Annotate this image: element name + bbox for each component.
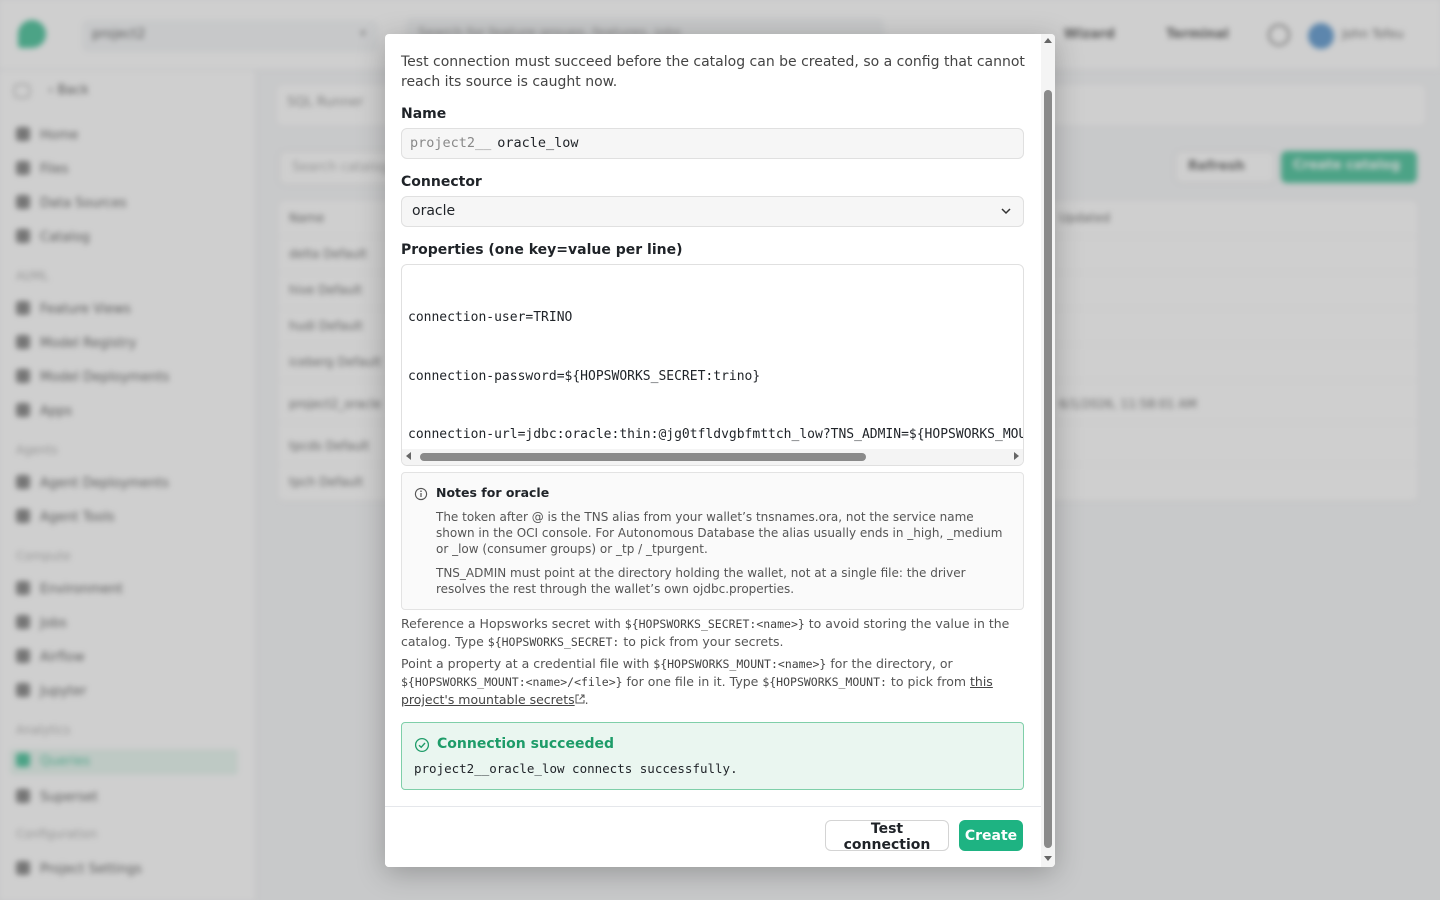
scroll-down-icon[interactable] — [1044, 856, 1052, 861]
help-text: for one file in it. Type — [622, 674, 763, 689]
help-code: ${HOPSWORKS_SECRET: — [487, 635, 620, 649]
properties-label: Properties (one key=value per line) — [401, 242, 683, 258]
properties-textarea[interactable]: connection-user=TRINO connection-passwor… — [401, 264, 1024, 466]
scroll-right-icon[interactable] — [1014, 452, 1019, 460]
help-code: ${HOPSWORKS_MOUNT: — [762, 675, 887, 689]
catalog-name-input[interactable]: project2__ oracle_low — [401, 128, 1024, 159]
notes-paragraph: The token after @ is the TNS alias from … — [436, 510, 1003, 556]
scroll-up-icon[interactable] — [1044, 38, 1052, 43]
help-code: ${HOPSWORKS_SECRET:<name>} — [624, 617, 805, 631]
create-button[interactable]: Create — [959, 820, 1023, 851]
connector-notes: Notes for oracle The token after @ is th… — [401, 472, 1024, 610]
scrollbar-thumb[interactable] — [1044, 90, 1052, 848]
connection-success-alert: Connection succeeded project2__oracle_lo… — [401, 722, 1024, 790]
properties-content: connection-user=TRINO connection-passwor… — [408, 269, 1023, 465]
properties-horizontal-scrollbar[interactable] — [402, 449, 1023, 465]
check-circle-icon — [414, 737, 430, 753]
help-text: to pick from — [886, 674, 971, 689]
help-text: Point a property at a credential file wi… — [401, 656, 654, 671]
property-line: connection-url=jdbc:oracle:thin:@jg0tfld… — [408, 427, 1023, 442]
scrollbar-thumb[interactable] — [420, 453, 866, 461]
name-label: Name — [401, 106, 447, 122]
create-catalog-dialog: Test connection must succeed before the … — [385, 34, 1055, 867]
connector-selected-value: oracle — [412, 203, 456, 219]
connector-label: Connector — [401, 174, 482, 190]
success-title: Connection succeeded — [437, 736, 614, 752]
scroll-left-icon[interactable] — [406, 452, 411, 460]
notes-title: Notes for oracle — [436, 485, 550, 500]
test-connection-button[interactable]: Test connection — [825, 820, 949, 853]
dialog-vertical-scrollbar[interactable] — [1041, 34, 1055, 867]
connector-select[interactable]: oracle — [401, 196, 1024, 227]
notes-paragraph: TNS_ADMIN must point at the directory ho… — [436, 566, 966, 596]
help-code: ${HOPSWORKS_MOUNT:<name>} — [653, 657, 827, 671]
property-line: connection-user=TRINO — [408, 310, 573, 325]
help-text: . — [584, 692, 589, 707]
property-line: connection-password=${HOPSWORKS_SECRET:t… — [408, 368, 761, 384]
success-message: project2__oracle_low connects successful… — [414, 761, 738, 776]
external-link-icon[interactable] — [575, 694, 585, 704]
dialog-body: Test connection must succeed before the … — [385, 34, 1041, 806]
dialog-footer: Test connection Create — [385, 806, 1041, 867]
secret-reference-help: Reference a Hopsworks secret with ${HOPS… — [401, 615, 1027, 651]
help-text: to pick from your secrets. — [619, 634, 784, 649]
help-text: Reference a Hopsworks secret with — [401, 616, 625, 631]
catalog-name-prefix: project2__ — [410, 135, 492, 151]
dialog-intro-text: Test connection must succeed before the … — [401, 54, 1025, 90]
help-code: ${HOPSWORKS_MOUNT:<name>/<file>} — [401, 675, 623, 689]
chevron-down-icon — [1001, 208, 1011, 215]
info-icon — [414, 487, 428, 501]
mount-reference-help: Point a property at a credential file wi… — [401, 655, 1027, 708]
catalog-name-value: oracle_low — [497, 135, 579, 151]
help-text: for the directory, or — [826, 656, 953, 671]
